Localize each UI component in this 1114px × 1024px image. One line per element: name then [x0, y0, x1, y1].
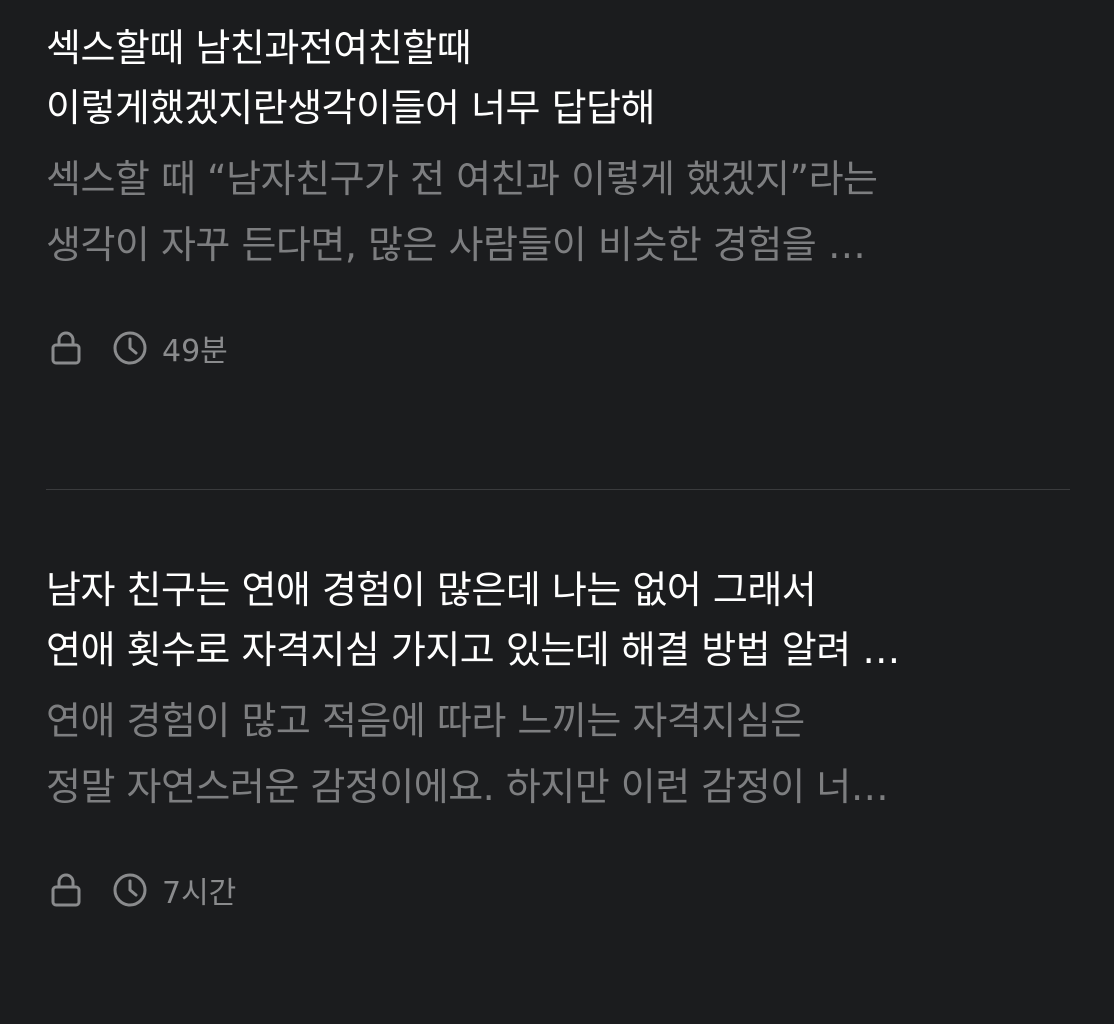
post-title-line: 섹스할때 남친과전여친할때: [46, 26, 472, 70]
clock-icon: [110, 328, 150, 368]
post-preview: 섹스할 때 “남자친구가 전 여친과 이렇게 했겠지”라는 생각이 자꾸 든다면…: [46, 146, 1070, 278]
post-preview-line: 연애 경험이 많고 적음에 따라 느끼는 자격지심은: [46, 699, 805, 743]
post-title: 남자 친구는 연애 경험이 많은데 나는 없어 그래서 연애 횟수로 자격지심 …: [46, 560, 1070, 680]
post-meta: 7시간: [46, 870, 1070, 911]
post-preview-line: 섹스할 때 “남자친구가 전 여친과 이렇게 했겠지”라는: [46, 157, 878, 201]
clock-icon: [110, 870, 150, 910]
post-preview: 연애 경험이 많고 적음에 따라 느끼는 자격지심은 정말 자연스러운 감정이에…: [46, 688, 1070, 820]
post-preview-line: 정말 자연스러운 감정이에요. 하지만 이런 감정이 너…: [46, 765, 889, 809]
post-preview-line: 생각이 자꾸 든다면, 많은 사람들이 비슷한 경험을 …: [46, 223, 866, 267]
post-item[interactable]: 남자 친구는 연애 경험이 많은데 나는 없어 그래서 연애 횟수로 자격지심 …: [46, 560, 1070, 911]
post-time: 7시간: [162, 876, 237, 911]
post-item[interactable]: 섹스할때 남친과전여친할때 이렇게했겠지란생각이들어 너무 답답해 섹스할 때 …: [46, 18, 1070, 369]
post-time: 49분: [162, 334, 228, 369]
post-title-line: 이렇게했겠지란생각이들어 너무 답답해: [46, 86, 655, 130]
post-title-line: 연애 횟수로 자격지심 가지고 있는데 해결 방법 알려 …: [46, 628, 900, 672]
lock-icon: [46, 328, 86, 368]
lock-icon: [46, 870, 86, 910]
post-meta: 49분: [46, 328, 1070, 369]
post-title: 섹스할때 남친과전여친할때 이렇게했겠지란생각이들어 너무 답답해: [46, 18, 1070, 138]
post-title-line: 남자 친구는 연애 경험이 많은데 나는 없어 그래서: [46, 568, 817, 612]
post-divider: [46, 489, 1070, 490]
